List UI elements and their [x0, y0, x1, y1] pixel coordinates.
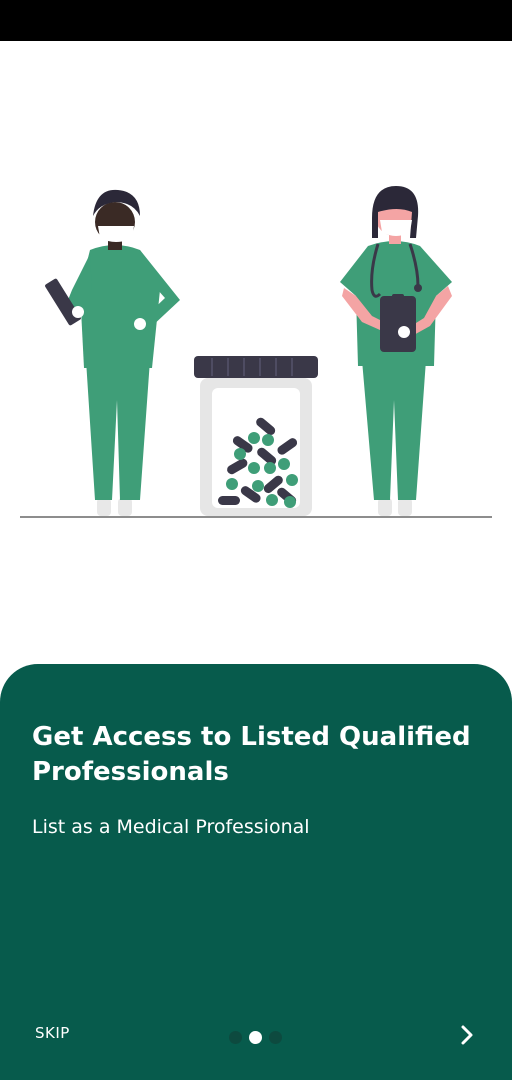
- page-dot-1[interactable]: [229, 1031, 242, 1044]
- onboarding-screen: Get Access to Listed Qualified Professio…: [0, 0, 512, 1080]
- tablet-icon: [380, 294, 416, 352]
- skip-button[interactable]: SKIP: [35, 1024, 70, 1042]
- doctor-illustration: [45, 189, 180, 516]
- pill-jar-illustration: [194, 356, 318, 516]
- nurse-illustration: [340, 186, 452, 516]
- page-dot-2-active[interactable]: [249, 1031, 262, 1044]
- medical-professionals-illustration: [20, 186, 492, 518]
- chevron-right-icon: [461, 1025, 473, 1045]
- onboarding-title: Get Access to Listed Qualified Professio…: [32, 722, 471, 787]
- page-dot-3[interactable]: [269, 1031, 282, 1044]
- next-button[interactable]: [452, 1020, 482, 1050]
- status-bar: [0, 0, 512, 41]
- onboarding-card: Get Access to Listed Qualified Professio…: [0, 664, 512, 1080]
- page-indicator: [229, 1031, 282, 1044]
- onboarding-subtitle: List as a Medical Professional: [32, 816, 310, 838]
